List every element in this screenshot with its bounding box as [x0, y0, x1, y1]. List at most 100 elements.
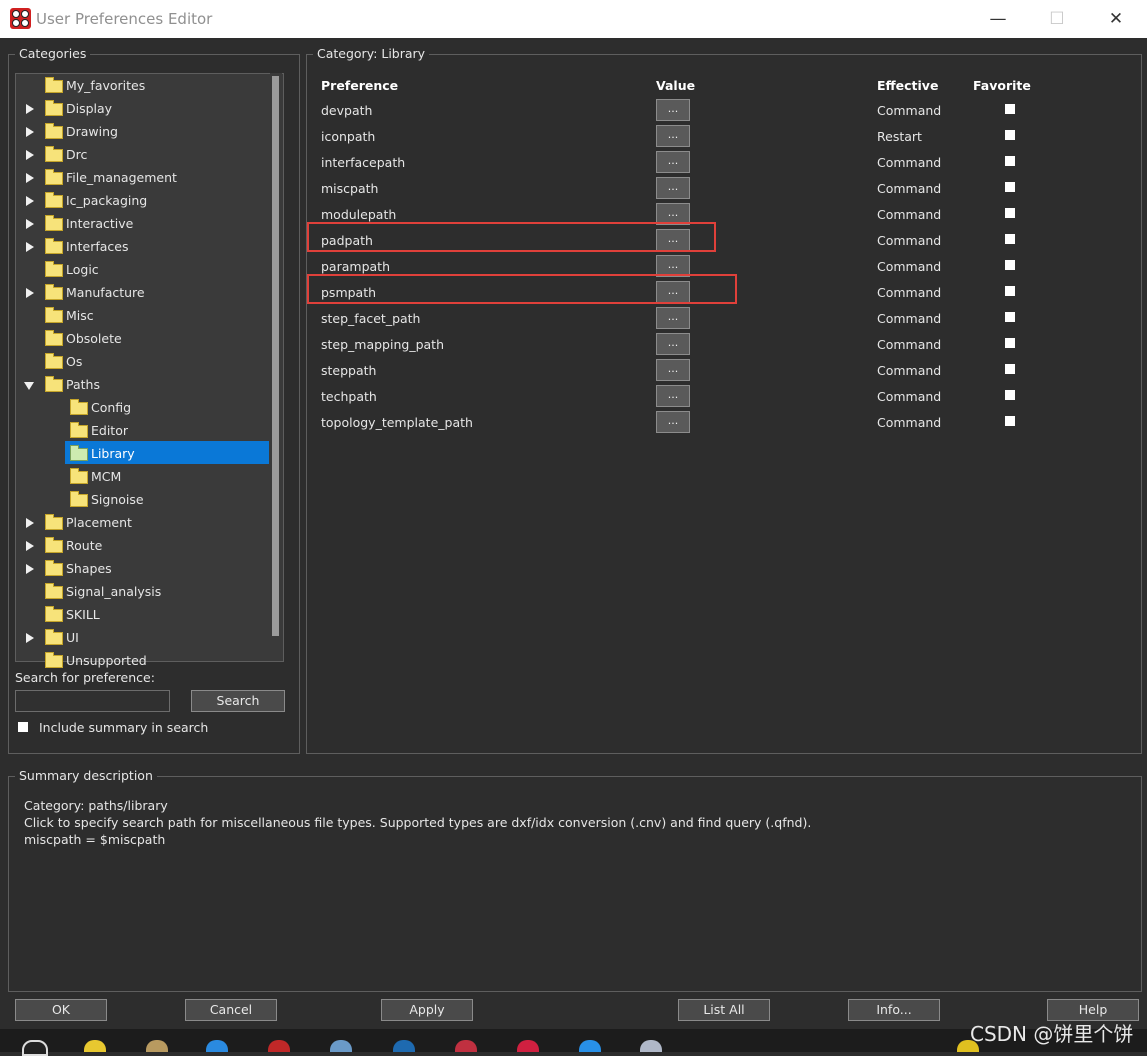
header-favorite: Favorite: [973, 78, 1031, 93]
expand-right-icon[interactable]: [26, 564, 34, 574]
browse-button-techpath[interactable]: ...: [656, 385, 690, 407]
app-icon-active[interactable]: [640, 1040, 662, 1052]
tree-item-interactive[interactable]: Interactive: [22, 214, 270, 234]
minimize-button[interactable]: —: [978, 6, 1018, 32]
app-icon-blue[interactable]: [206, 1040, 228, 1052]
expand-right-icon[interactable]: [26, 541, 34, 551]
tree-item-display[interactable]: Display: [22, 99, 270, 119]
tree-item-ic_packaging[interactable]: Ic_packaging: [22, 191, 270, 211]
app-icon-darkblue[interactable]: [393, 1040, 415, 1052]
favorite-checkbox-modulepath[interactable]: [1005, 208, 1015, 218]
browse-button-interfacepath[interactable]: ...: [656, 151, 690, 173]
qq-icon[interactable]: [22, 1040, 48, 1056]
browse-button-devpath[interactable]: ...: [656, 99, 690, 121]
browse-button-miscpath[interactable]: ...: [656, 177, 690, 199]
favorite-checkbox-parampath[interactable]: [1005, 260, 1015, 270]
expand-right-icon[interactable]: [26, 173, 34, 183]
maximize-button[interactable]: ☐: [1037, 6, 1077, 32]
app-icon-browser[interactable]: [579, 1040, 601, 1052]
favorite-checkbox-devpath[interactable]: [1005, 104, 1015, 114]
tree-item-label: Misc: [66, 308, 94, 323]
expand-right-icon[interactable]: [26, 518, 34, 528]
tree-item-label: Editor: [91, 423, 128, 438]
tree-item-my_favorites[interactable]: My_favorites: [22, 76, 270, 96]
list-all-button[interactable]: List All: [678, 999, 770, 1021]
apply-button[interactable]: Apply: [381, 999, 473, 1021]
folder-icon: [70, 399, 88, 415]
tree-item-obsolete[interactable]: Obsolete: [22, 329, 270, 349]
tree-item-manufacture[interactable]: Manufacture: [22, 283, 270, 303]
expand-right-icon[interactable]: [26, 288, 34, 298]
app-icon-editor[interactable]: [455, 1040, 477, 1052]
effective-step_facet_path: Command: [877, 311, 942, 326]
tree-item-mcm[interactable]: MCM: [22, 467, 270, 487]
app-icon-allegro[interactable]: [517, 1040, 539, 1052]
tree-item-signoise[interactable]: Signoise: [22, 490, 270, 510]
app-icon-yellow[interactable]: [84, 1040, 106, 1052]
tree-item-label: Ic_packaging: [66, 193, 148, 208]
tree-item-file_management[interactable]: File_management: [22, 168, 270, 188]
tree-item-ui[interactable]: UI: [22, 628, 270, 648]
folder-icon: [45, 146, 63, 162]
app-icon-lightblue[interactable]: [330, 1040, 352, 1052]
tree-item-label: Placement: [66, 515, 132, 530]
browse-button-topology_template_path[interactable]: ...: [656, 411, 690, 433]
include-summary-checkbox[interactable]: [18, 722, 28, 732]
ok-button[interactable]: OK: [15, 999, 107, 1021]
pref-name-step_facet_path: step_facet_path: [321, 311, 421, 326]
tree-item-label: SKILL: [66, 607, 100, 622]
expand-down-icon[interactable]: [24, 382, 34, 390]
tree-item-placement[interactable]: Placement: [22, 513, 270, 533]
tree-item-editor[interactable]: Editor: [22, 421, 270, 441]
include-summary-label: Include summary in search: [39, 720, 209, 735]
browse-button-iconpath[interactable]: ...: [656, 125, 690, 147]
cancel-button[interactable]: Cancel: [185, 999, 277, 1021]
expand-right-icon[interactable]: [26, 196, 34, 206]
tree-item-drc[interactable]: Drc: [22, 145, 270, 165]
tree-item-misc[interactable]: Misc: [22, 306, 270, 326]
favorite-checkbox-step_mapping_path[interactable]: [1005, 338, 1015, 348]
tree-item-interfaces[interactable]: Interfaces: [22, 237, 270, 257]
tree-item-os[interactable]: Os: [22, 352, 270, 372]
expand-right-icon[interactable]: [26, 150, 34, 160]
favorite-checkbox-step_facet_path[interactable]: [1005, 312, 1015, 322]
favorite-checkbox-miscpath[interactable]: [1005, 182, 1015, 192]
folder-icon: [45, 307, 63, 323]
browse-button-step_mapping_path[interactable]: ...: [656, 333, 690, 355]
browse-button-steppath[interactable]: ...: [656, 359, 690, 381]
browse-button-step_facet_path[interactable]: ...: [656, 307, 690, 329]
favorite-checkbox-interfacepath[interactable]: [1005, 156, 1015, 166]
tree-item-skill[interactable]: SKILL: [22, 605, 270, 625]
tree-item-signal_analysis[interactable]: Signal_analysis: [22, 582, 270, 602]
search-input[interactable]: [15, 690, 170, 712]
tree-item-label: Manufacture: [66, 285, 145, 300]
favorite-checkbox-padpath[interactable]: [1005, 234, 1015, 244]
tree-item-config[interactable]: Config: [22, 398, 270, 418]
search-button[interactable]: Search: [191, 690, 285, 712]
expand-right-icon[interactable]: [26, 127, 34, 137]
effective-devpath: Command: [877, 103, 942, 118]
close-button[interactable]: ✕: [1096, 6, 1136, 32]
tree-item-logic[interactable]: Logic: [22, 260, 270, 280]
tree-item-unsupported[interactable]: Unsupported: [22, 651, 270, 671]
expand-right-icon[interactable]: [26, 219, 34, 229]
tree-item-shapes[interactable]: Shapes: [22, 559, 270, 579]
tree-item-library[interactable]: Library: [22, 444, 270, 464]
expand-right-icon[interactable]: [26, 104, 34, 114]
expand-right-icon[interactable]: [26, 633, 34, 643]
favorite-checkbox-steppath[interactable]: [1005, 364, 1015, 374]
info-button[interactable]: Info...: [848, 999, 940, 1021]
effective-techpath: Command: [877, 389, 942, 404]
tree-item-paths[interactable]: Paths: [22, 375, 270, 395]
app-icon-red[interactable]: [268, 1040, 290, 1052]
tree-item-drawing[interactable]: Drawing: [22, 122, 270, 142]
favorite-checkbox-psmpath[interactable]: [1005, 286, 1015, 296]
app-icon-tan[interactable]: [146, 1040, 168, 1052]
favorite-checkbox-topology_template_path[interactable]: [1005, 416, 1015, 426]
favorite-checkbox-techpath[interactable]: [1005, 390, 1015, 400]
pref-name-devpath: devpath: [321, 103, 373, 118]
expand-right-icon[interactable]: [26, 242, 34, 252]
tree-item-route[interactable]: Route: [22, 536, 270, 556]
tree-scrollbar-thumb[interactable]: [272, 76, 279, 636]
favorite-checkbox-iconpath[interactable]: [1005, 130, 1015, 140]
